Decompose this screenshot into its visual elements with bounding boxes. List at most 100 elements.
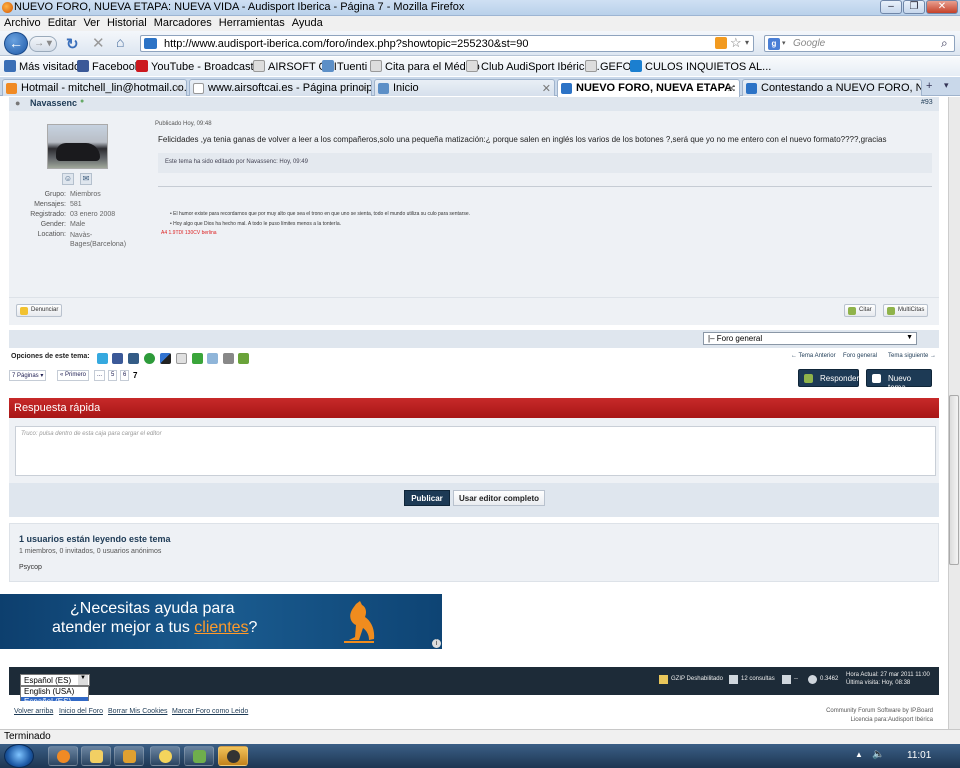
kangaroo-logo-icon [336,600,386,644]
tab-nuevo-foro[interactable]: NUEVO FORO, NUEVA ETAPA: N... ✕ [557,79,740,97]
menu-ver[interactable]: Ver [79,16,103,29]
new-tab-icon[interactable]: + [926,80,932,92]
minimize-button[interactable]: – [880,0,902,14]
prev-topic-link[interactable]: ← Tema Anterior [791,353,836,359]
bookmark-item[interactable]: Cita para el Médico [370,60,480,73]
forward-button[interactable]: → ▾ [29,36,57,52]
pages-dropdown[interactable]: 7 Páginas ▾ [9,370,47,381]
facebook-icon[interactable] [112,353,123,364]
taskbar-firefox[interactable] [48,746,78,766]
taskbar-people[interactable] [184,746,214,766]
publish-button[interactable]: Publicar [404,490,450,506]
close-button[interactable]: ✕ [926,0,958,14]
tab-close-icon[interactable]: ✕ [174,82,183,95]
email-icon[interactable] [207,353,218,364]
clear-cookies-link[interactable]: Borrar Mis Cookies [108,708,168,715]
print-icon[interactable] [223,353,234,364]
tray-arrow-icon[interactable]: ▲ [855,750,863,759]
digg-icon[interactable] [128,353,139,364]
pagination-ellipsis[interactable]: ... [94,370,106,381]
ad-info-icon[interactable]: i [432,639,441,648]
post-author[interactable]: Navassenc [30,98,77,108]
url-dropdown-icon[interactable]: ▾ [745,38,749,47]
tab-contestando[interactable]: Contestando a NUEVO FORO, NUE... [742,79,922,96]
next-topic-link[interactable]: Tema siguiente → [888,353,936,359]
send-message-icon[interactable]: ✉ [80,173,92,185]
menu-archivo[interactable]: Archivo [0,16,44,29]
taskbar-media[interactable] [114,746,144,766]
back-button[interactable]: ← [4,32,28,55]
volume-icon[interactable]: 🔈 [872,749,884,760]
menu-historial[interactable]: Historial [103,16,150,29]
clock[interactable]: 11:01 [907,750,931,761]
ad-banner[interactable]: ¿Necesitas ayuda para atender mejor a tu… [0,594,442,649]
tab-list-icon[interactable]: ▾ [944,80,949,91]
tab-airsoftcai[interactable]: www.airsoftcai.es - Página principal ✕ [189,79,372,96]
start-button[interactable] [4,744,34,768]
new-topic-button[interactable]: Nuevo tema [866,369,932,392]
page-5-link[interactable]: 5 [108,370,118,381]
search-input[interactable]: Google [793,38,825,49]
tab-hotmail[interactable]: Hotmail - mitchell_lin@hotmail.co... ✕ [2,79,187,96]
search-box[interactable]: g ▾ Google ⌕ [764,35,955,52]
add-friend-icon[interactable]: ☺ [62,173,74,185]
quick-reply-textarea[interactable]: Truco: pulsa dentro de esta caja para ca… [15,426,936,476]
edit-note-box: Este tema ha sido editado por Navassenc:… [158,153,932,173]
post-footer [9,297,939,325]
menu-herramientas[interactable]: Herramientas [215,16,288,29]
bookmark-item[interactable]: Facebook [77,60,140,73]
report-button[interactable]: Denunciar [16,304,63,317]
download-icon[interactable] [238,353,249,364]
tab-close-icon[interactable]: ✕ [542,82,551,95]
credit-line-1[interactable]: Community Forum Software by IP.Board [804,708,933,714]
language-select[interactable]: Español (ES) ▼ [20,674,90,686]
reload-icon[interactable]: ↻ [66,35,79,53]
quick-reply-title: Respuesta rápida [14,402,101,414]
menu-ayuda[interactable]: Ayuda [288,16,326,29]
first-page-link[interactable]: « Primero [57,370,90,381]
forum-link[interactable]: Foro general [843,353,877,359]
tab-bar: Hotmail - mitchell_lin@hotmail.co... ✕ ww… [0,77,960,97]
bookmark-item[interactable]: Tuenti [322,60,367,73]
stumble-icon[interactable] [176,353,187,364]
tab-close-icon[interactable]: ✕ [359,82,368,95]
reply-button[interactable]: Responder [798,369,859,387]
mark-read-link[interactable]: Marcar Foro como Leido [172,708,248,715]
quote-button[interactable]: Citar [844,304,876,317]
maximize-button[interactable]: ❐ [903,0,925,14]
msn-icon[interactable] [144,353,155,364]
engine-dropdown-icon[interactable]: ▾ [782,39,786,47]
post-number[interactable]: #93 [921,99,933,106]
taskbar-messenger[interactable] [150,746,180,766]
full-editor-button[interactable]: Usar editor completo [453,490,545,506]
tab-inicio[interactable]: Inicio ✕ [374,79,555,96]
language-option-english[interactable]: English (USA) [21,687,88,697]
taskbar-app[interactable] [218,746,248,766]
bookmark-item[interactable]: YouTube - Broadcast ... [136,60,266,73]
tab-close-icon[interactable]: ✕ [727,82,736,95]
multiquote-button[interactable]: MultiCitas [883,304,929,317]
print-friendly-icon[interactable] [192,353,203,364]
google-engine-icon[interactable]: g [768,38,780,50]
stop-icon[interactable]: ✕ [92,34,105,52]
page-6-link[interactable]: 6 [120,370,130,381]
back-to-top-link[interactable]: Volver arriba [14,708,53,715]
forum-jump-select[interactable]: |– Foro general ▼ [703,332,917,345]
bookmark-item[interactable]: Más visitados [4,60,86,73]
bookmark-star-icon[interactable]: ☆ [730,35,742,51]
car-photo-icon [56,143,100,161]
bookmark-item[interactable]: Club AudiSport Ibérica... [466,60,600,73]
rss-feed-icon[interactable] [715,37,727,49]
active-reader-user[interactable]: Psycop [19,564,42,571]
menu-editar[interactable]: Editar [44,16,80,29]
search-magnifier-icon[interactable]: ⌕ [941,36,948,51]
taskbar-explorer[interactable] [81,746,111,766]
url-bar[interactable]: http://www.audisport-iberica.com/foro/in… [140,35,754,52]
menu-marcadores[interactable]: Marcadores [150,16,215,29]
home-icon[interactable]: ⌂ [116,34,124,50]
delicious-icon[interactable] [160,353,171,364]
twitter-icon[interactable] [97,353,108,364]
forum-home-link[interactable]: Inicio del Foro [59,708,103,715]
bookmark-item[interactable]: CULOS INQUIETOS AL... [630,60,771,73]
scrollbar-thumb[interactable] [949,395,959,565]
